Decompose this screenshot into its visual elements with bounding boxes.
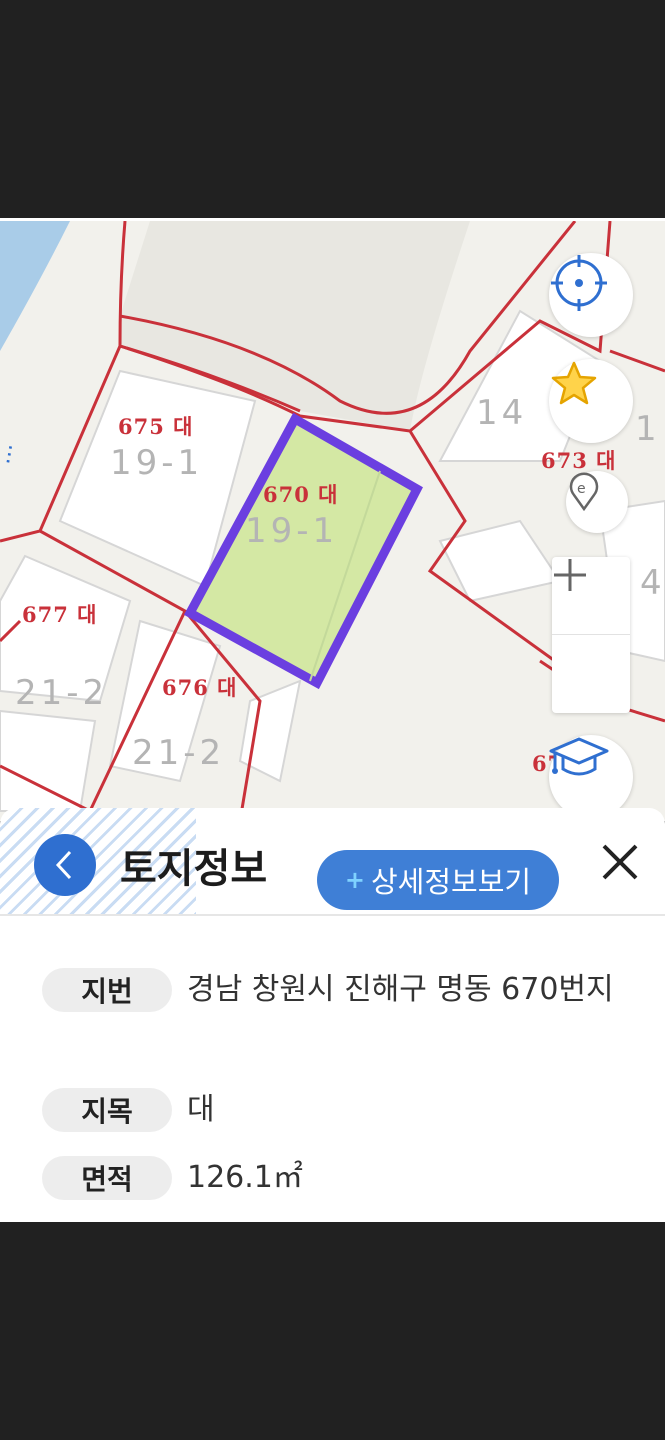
close-button[interactable] <box>596 838 644 886</box>
zoom-out-button[interactable] <box>552 573 630 712</box>
lot-number-value: 경남 창원시 진해구 명동 670번지 <box>187 972 614 1007</box>
area-value: 126.1㎡ <box>187 1160 303 1195</box>
view-details-label: 상세정보보기 <box>371 865 532 899</box>
graduation-cap-icon <box>549 737 609 776</box>
parcel-block: 14 <box>476 393 528 433</box>
zoom-control <box>552 557 630 713</box>
crosshair-icon <box>551 255 607 311</box>
plus-icon: + <box>344 866 365 894</box>
label-pill: 면적 <box>42 1156 172 1200</box>
parcel-label: 677 대 <box>22 602 98 627</box>
minus-icon <box>554 573 586 577</box>
parcel-block: 21-2 <box>132 733 226 773</box>
parcel-label: 675 대 <box>118 414 194 439</box>
locate-button[interactable] <box>549 253 633 337</box>
label-pill: 지목 <box>42 1088 172 1132</box>
road-name: ··· <box>0 442 25 467</box>
info-row-lot-number: 지번 경남 창원시 진해구 명동 670번지 <box>42 968 627 1016</box>
land-category-value: 대 <box>187 1092 215 1127</box>
close-icon <box>602 844 638 880</box>
back-button[interactable] <box>34 834 96 896</box>
chevron-left-icon <box>55 850 72 880</box>
bottom-bar <box>0 1222 665 1440</box>
education-button[interactable] <box>549 735 633 819</box>
marker-button[interactable]: e <box>566 471 628 533</box>
water-area <box>0 221 70 351</box>
divider <box>0 914 665 916</box>
panel-title: 토지정보 <box>120 846 268 892</box>
parcel-block: 4 <box>640 563 665 603</box>
info-row-area: 면적 126.1㎡ <box>42 1156 627 1204</box>
parcel-label: 676 대 <box>162 675 238 700</box>
view-details-button[interactable]: + 상세정보보기 <box>317 850 559 910</box>
star-icon <box>551 361 597 405</box>
label-pill: 지번 <box>42 968 172 1012</box>
map-view[interactable]: ··· 675 대 19-1 670 대 19-1 677 대 21-2 676… <box>0 218 665 821</box>
info-row-land-category: 지목 대 <box>42 1088 627 1136</box>
parcel-block: 1 <box>635 409 661 449</box>
svg-text:e: e <box>577 481 586 497</box>
parcel-label-selected: 670 대 <box>263 482 339 507</box>
parcel-block: 19-1 <box>110 443 204 483</box>
parcel-block-selected: 19-1 <box>245 511 339 551</box>
map-pin-icon: e <box>569 472 599 511</box>
land-info-panel: 토지정보 + 상세정보보기 지번 경남 창원시 진해구 명동 670번지 지목 … <box>0 808 665 1222</box>
favorite-button[interactable] <box>549 359 633 443</box>
parcel-block: 21-2 <box>15 673 109 713</box>
